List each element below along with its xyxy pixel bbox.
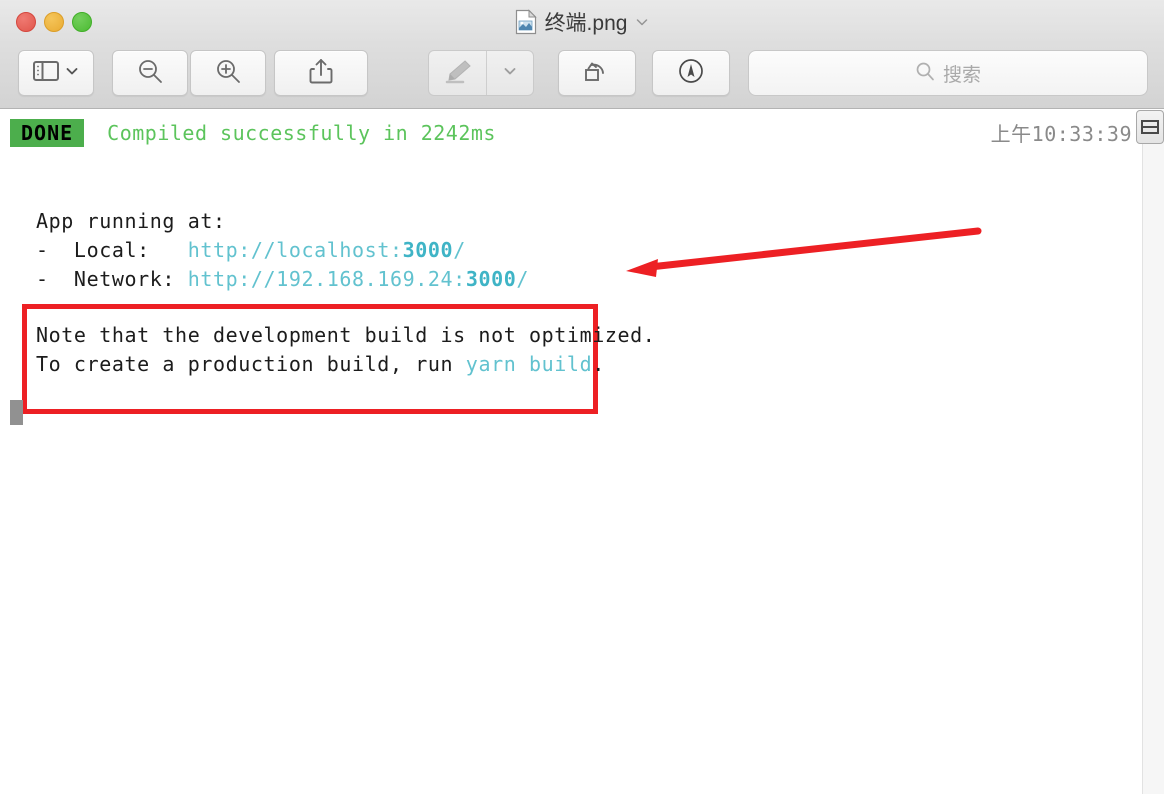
terminal-cursor [10,400,23,425]
chevron-down-icon[interactable] [65,64,79,83]
build-status-line: DONE Compiled successfully in 2242ms [10,118,496,148]
status-badge: DONE [10,119,85,147]
search-icon [915,61,935,86]
local-url-port[interactable]: 3000 [403,238,454,262]
network-url-scheme[interactable]: http://192.168.169.24: [188,267,466,291]
markup-toolbar-icon [677,57,705,90]
window-title-group: 终端.png [0,0,1164,44]
close-window-button[interactable] [16,12,36,32]
annotate-button[interactable] [652,50,730,96]
zoom-out-icon [136,57,164,90]
app-running-block: App running at: - Local: http://localhos… [36,207,529,294]
preview-window: 终端.png 搜索 DONE Compiled successfully in … [0,0,1164,794]
build-note-block: Note that the development build is not o… [36,321,655,379]
note-line-2-suffix: . [592,352,605,376]
zoom-in-icon [214,57,242,90]
window-controls [16,12,92,32]
share-icon [308,57,334,90]
note-line-2-prefix: To create a production build, run [36,352,466,376]
highlighter-icon [443,58,473,89]
png-document-icon [515,9,537,35]
timestamp: 上午10:33:39 [990,122,1132,146]
network-label: - Network: [36,267,188,291]
page-title: 终端.png [544,12,628,35]
yarn-build-command: yarn build [465,352,593,376]
table-of-contents-icon [1141,120,1159,134]
rotate-left-button[interactable] [558,50,636,96]
terminal-screenshot: DONE Compiled successfully in 2242ms 上午1… [0,110,1164,794]
network-url-port[interactable]: 3000 [466,267,517,291]
zoom-out-button[interactable] [112,50,188,96]
chevron-down-icon[interactable] [635,15,649,29]
search-field[interactable]: 搜索 [748,50,1148,96]
status-message: Compiled successfully in 2242ms [107,121,496,145]
running-heading: App running at: [36,209,226,233]
image-canvas: DONE Compiled successfully in 2242ms 上午1… [0,110,1164,794]
vertical-scrollbar[interactable] [1142,110,1164,794]
zoom-in-button[interactable] [190,50,266,96]
network-url-tail[interactable]: / [516,267,529,291]
share-button[interactable] [274,50,368,96]
title-bar: 终端.png [0,0,1164,44]
sidebar-icon [33,60,59,86]
red-arrow-annotation [626,227,982,277]
markup-options-button[interactable] [487,51,533,95]
markup-segmented-control[interactable] [428,50,534,96]
maximize-window-button[interactable] [72,12,92,32]
minimize-window-button[interactable] [44,12,64,32]
table-of-contents-button[interactable] [1136,110,1164,144]
note-line-1: Note that the development build is not o… [36,323,656,347]
rotate-left-icon [583,58,611,89]
chevron-down-icon [503,64,517,83]
sidebar-toggle-button[interactable] [18,50,94,96]
highlighter-button[interactable] [429,51,488,95]
local-label: - Local: [36,238,188,262]
local-url-scheme[interactable]: http://localhost: [188,238,403,262]
search-input[interactable]: 搜索 [943,60,981,87]
local-url-tail[interactable]: / [453,238,466,262]
toolbar: 搜索 [0,44,1164,109]
